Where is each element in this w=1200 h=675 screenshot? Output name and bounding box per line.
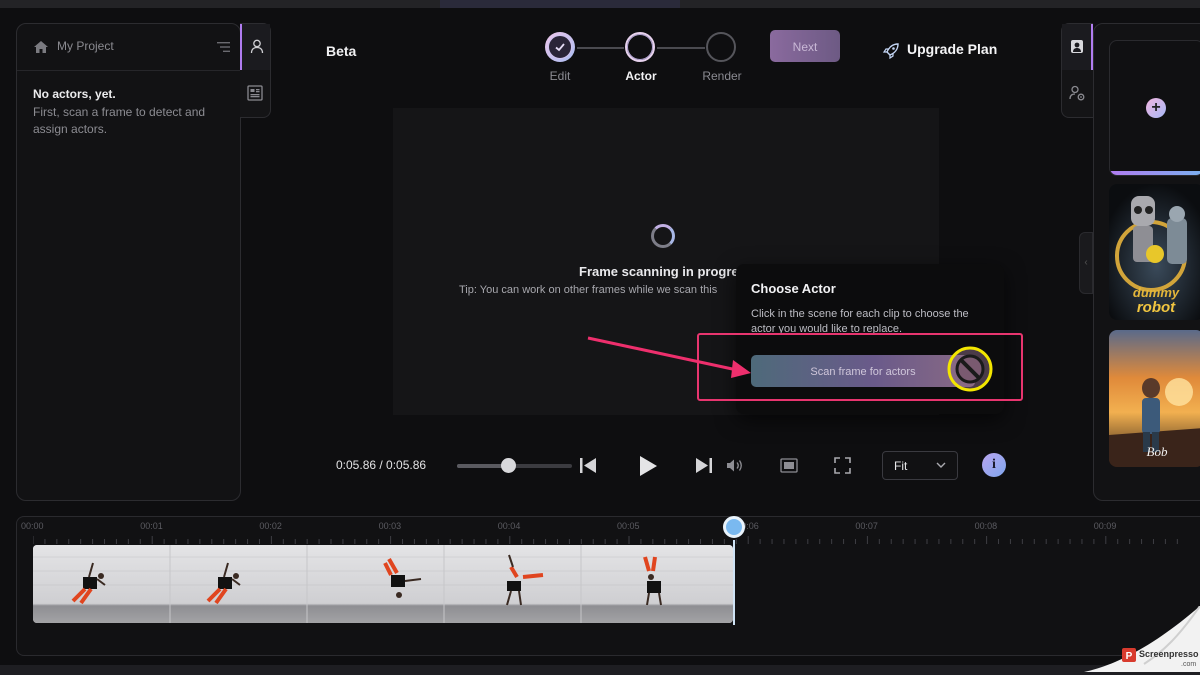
svg-text:.com: .com — [1181, 661, 1196, 668]
step-connector — [657, 47, 705, 49]
menu-icon[interactable] — [215, 40, 231, 54]
not-allowed-cursor-icon — [947, 346, 993, 392]
step-actor-label[interactable]: Actor — [611, 69, 671, 83]
layout-icon — [247, 85, 263, 101]
empty-title: No actors, yet. — [33, 87, 116, 101]
volume-icon[interactable] — [726, 458, 744, 473]
scan-status-tip: Tip: You can work on other frames while … — [459, 284, 718, 296]
empty-description: First, scan a frame to detect and assign… — [33, 105, 206, 136]
bob-image: Bob — [1109, 330, 1200, 467]
right-tab-bar — [1061, 23, 1093, 118]
timeline-ticks — [33, 536, 1178, 544]
timeline-tick-label: 00:05 — [617, 521, 640, 531]
step-render-label[interactable]: Render — [692, 69, 752, 83]
user-settings-icon — [1069, 85, 1085, 101]
fullscreen-icon[interactable] — [834, 457, 851, 474]
add-icon[interactable]: + — [1146, 98, 1166, 118]
dummy-robot-image: dummy robot — [1109, 184, 1200, 320]
rocket-icon[interactable] — [882, 42, 900, 60]
scrub-handle[interactable] — [501, 458, 516, 473]
add-actor-card[interactable]: + — [1109, 40, 1200, 176]
tab-actor-library[interactable] — [1062, 24, 1093, 70]
timeline-tick-label: 00:03 — [378, 521, 402, 531]
actor-card-bob[interactable]: Bob — [1109, 330, 1200, 467]
bob-text: Bob — [1147, 444, 1168, 459]
clip-thumbnails — [33, 545, 733, 623]
zoom-fit-value: Fit — [894, 459, 908, 473]
step-edit-label[interactable]: Edit — [530, 69, 590, 83]
project-name[interactable]: My Project — [57, 39, 114, 53]
user-icon — [250, 39, 264, 54]
dummy-robot-text: dummy — [1133, 285, 1180, 300]
timeline-tick-label: 00:07 — [855, 521, 878, 531]
home-icon[interactable] — [33, 40, 49, 54]
chevron-down-icon — [936, 462, 946, 468]
upgrade-plan-link[interactable]: Upgrade Plan — [907, 41, 997, 57]
info-icon[interactable]: i — [982, 453, 1006, 477]
beta-label: Beta — [326, 43, 357, 59]
tab-actor-settings[interactable] — [1062, 72, 1093, 116]
step-actor-indicator[interactable] — [625, 32, 655, 62]
timeline-tick-label: 00:08 — [974, 521, 998, 531]
project-header: My Project — [17, 24, 240, 71]
tab-layout[interactable] — [240, 72, 270, 116]
actors-panel: My Project No actors, yet. First, scan a… — [16, 23, 241, 501]
annotation-arrow-icon — [587, 336, 751, 378]
tab-actors[interactable] — [240, 24, 270, 70]
left-tab-bar — [240, 23, 271, 118]
loading-spinner — [651, 224, 675, 248]
bottom-strip — [0, 665, 1200, 675]
actor-card-dummy-robot[interactable]: dummy robot — [1109, 184, 1200, 320]
timeline-tick-label: 00:02 — [259, 521, 282, 531]
actor-badge-icon — [1071, 40, 1083, 53]
skip-forward-icon[interactable] — [695, 457, 713, 474]
timeline-tick-label: 00:00 — [21, 521, 44, 531]
collapse-panel-handle[interactable]: ‹ — [1079, 232, 1093, 294]
top-strip — [0, 0, 1200, 8]
timeline-tick-label: 00:09 — [1093, 521, 1117, 531]
zoom-fit-select[interactable]: Fit — [882, 451, 958, 480]
time-display: 0:05.86 / 0:05.86 — [336, 458, 427, 472]
screenpresso-watermark: P Screenpresso .com — [1084, 606, 1200, 672]
step-render-indicator[interactable] — [706, 32, 736, 62]
step-connector — [577, 47, 624, 49]
playhead-handle[interactable] — [723, 516, 745, 538]
pip-icon[interactable] — [780, 458, 798, 473]
svg-text:Screenpresso: Screenpresso — [1139, 649, 1199, 659]
timeline-tick-label: 00:01 — [140, 521, 163, 531]
popover-title: Choose Actor — [751, 281, 836, 296]
video-clip[interactable] — [33, 545, 733, 623]
timeline-tick-label: 00:04 — [497, 521, 521, 531]
check-icon — [548, 35, 572, 59]
playhead-line — [733, 540, 735, 625]
play-icon[interactable] — [638, 455, 658, 477]
svg-text:P: P — [1126, 651, 1133, 662]
scan-status-title: Frame scanning in progre — [579, 264, 739, 279]
svg-text:robot: robot — [1137, 299, 1176, 316]
skip-back-icon[interactable] — [579, 457, 597, 474]
next-button[interactable]: Next — [770, 30, 840, 62]
step-edit-indicator[interactable] — [545, 32, 575, 62]
